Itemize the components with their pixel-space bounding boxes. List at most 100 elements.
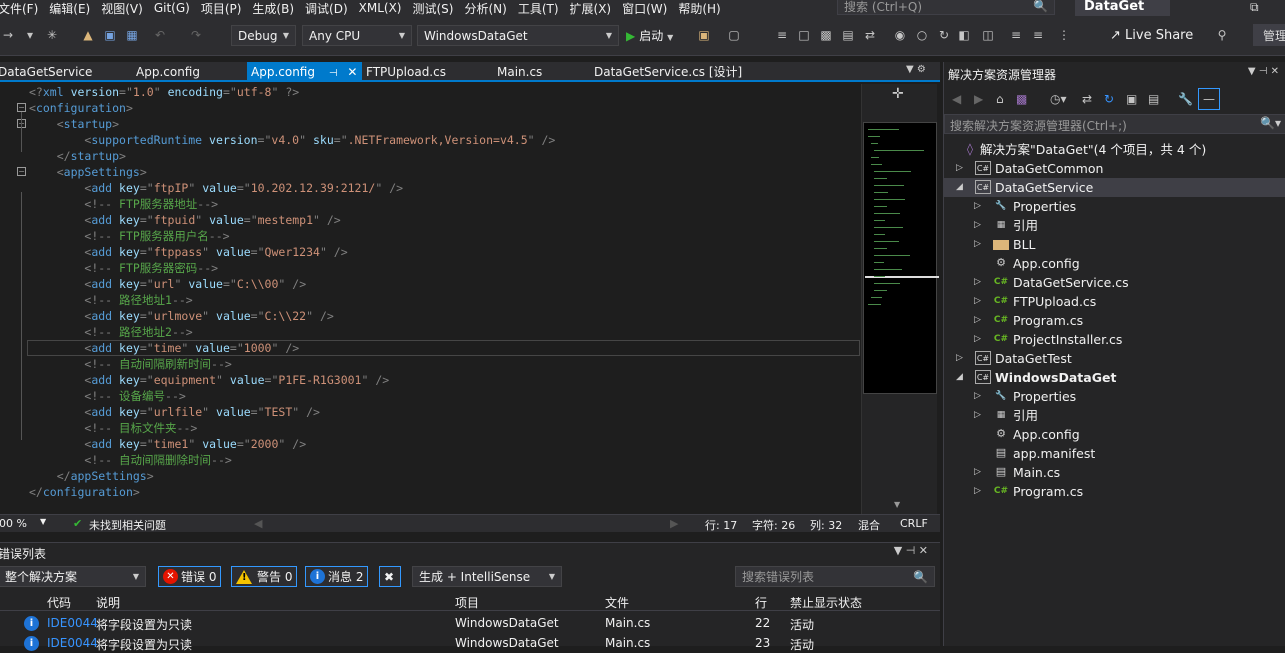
home-icon[interactable]: ⌂ <box>996 92 1004 106</box>
fold-toggle-icon[interactable]: − <box>17 103 26 112</box>
tree-item[interactable]: ▷ C# ProjectInstaller.cs <box>944 330 1285 349</box>
code-line[interactable]: <!-- 自动间隔删除时间--> <box>29 452 555 468</box>
collapsed-arrow-icon[interactable]: ▷ <box>974 311 984 330</box>
code-line[interactable]: <add key="ftpIP" value="10.202.12.39:212… <box>29 180 555 196</box>
tree-item[interactable]: ▷ C# DataGetCommon <box>944 159 1285 178</box>
code-line[interactable]: </configuration> <box>29 484 555 500</box>
breakpoint-icon[interactable]: ○ <box>914 28 930 42</box>
show-all-files-icon[interactable]: ▤ <box>1148 92 1159 106</box>
undo-icon[interactable]: ↶ <box>152 28 168 42</box>
restore-window-icon[interactable]: ⧉ <box>1250 0 1259 15</box>
forward-icon[interactable]: ▶ <box>974 92 983 106</box>
properties-icon[interactable]: 🔧 <box>1178 92 1193 106</box>
code-line[interactable]: <!-- FTP服务器地址--> <box>29 196 555 212</box>
tree-item[interactable]: ◢ C# DataGetService <box>944 178 1285 197</box>
back-icon[interactable]: ◀ <box>952 92 961 106</box>
step-icon[interactable]: ↻ <box>936 28 952 42</box>
menu-item[interactable]: 分析(N) <box>464 0 517 17</box>
tab-dataget-service[interactable]: DataGetService <box>0 62 92 82</box>
screen-icon[interactable]: ▢ <box>726 28 742 42</box>
code-line[interactable]: <add key="equipment" value="P1FE-R1G3001… <box>29 372 555 388</box>
collapse-all-icon[interactable]: ▣ <box>1126 92 1137 106</box>
startup-project-select[interactable]: WindowsDataGet ▼ <box>417 25 619 46</box>
col-description[interactable]: 说明 <box>96 594 120 611</box>
tree-item[interactable]: ▷ 🔧 Properties <box>944 197 1285 216</box>
tab-mode-indicator[interactable]: 混合 <box>858 517 880 533</box>
scroll-left-icon[interactable]: ◀ <box>254 517 262 530</box>
minimap-preview[interactable] <box>863 122 939 394</box>
quick-search-box[interactable]: 搜索 (Ctrl+Q) 🔍 <box>837 0 1055 15</box>
browser-link-icon[interactable]: ▣ <box>696 28 712 42</box>
solution-search-input[interactable]: 搜索解决方案资源管理器(Ctrl+;) 🔍▾ <box>944 114 1285 134</box>
chevron-down-icon[interactable]: ▼ <box>40 517 46 526</box>
scroll-down-icon[interactable]: ▼ <box>894 500 900 509</box>
zoom-level[interactable]: 100 % <box>0 517 27 530</box>
preview-icon[interactable]: — <box>1198 88 1220 110</box>
tree-item[interactable]: ▷ C# DataGetTest <box>944 349 1285 368</box>
toolbar-overflow-icon[interactable]: ⋮ <box>1056 28 1072 42</box>
tree-item[interactable]: ▷ C# FTPUpload.cs <box>944 292 1285 311</box>
document-icon[interactable]: □ <box>796 28 812 42</box>
refresh-icon[interactable]: ↻ <box>1104 92 1114 106</box>
menu-item[interactable]: 生成(B) <box>252 0 305 17</box>
col-suppression[interactable]: 禁止显示状态 <box>790 594 862 611</box>
panel-controls-icon[interactable]: ▼ ⊣ ✕ <box>894 544 928 557</box>
pin-icon[interactable]: ⊣ <box>329 68 338 79</box>
save-all-icon[interactable]: ▦ <box>124 28 140 42</box>
bookmark-icon[interactable]: ▩ <box>818 28 834 42</box>
fold-toggle-icon[interactable]: − <box>17 167 26 176</box>
filter-icon[interactable]: ✖ <box>379 566 401 587</box>
collapsed-arrow-icon[interactable]: ▷ <box>974 216 984 235</box>
collapsed-arrow-icon[interactable]: ▷ <box>974 235 984 254</box>
tree-item[interactable]: ▷ ▤ Main.cs <box>944 463 1285 482</box>
error-search-input[interactable]: 搜索错误列表 🔍 <box>735 566 935 587</box>
tree-item[interactable]: ▷ C# Program.cs <box>944 482 1285 501</box>
menu-item[interactable]: XML(X) <box>359 1 413 15</box>
debug-icon[interactable]: ◉ <box>892 28 908 42</box>
tab-app-config-active[interactable]: App.config ⊣ ✕ <box>247 62 362 82</box>
outdent-icon[interactable]: ≡ <box>1030 28 1046 42</box>
start-button[interactable]: ▶ 启动 ▼ <box>626 27 673 44</box>
col-file[interactable]: 文件 <box>605 594 629 611</box>
menu-item[interactable]: 测试(S) <box>412 0 464 17</box>
collapsed-arrow-icon[interactable]: ▷ <box>974 197 984 216</box>
menu-item[interactable]: 扩展(X) <box>570 0 623 17</box>
code-editor[interactable]: −−− <?xml version="1.0" encoding="utf-8"… <box>0 84 861 514</box>
tree-item[interactable]: ▷ BLL <box>944 235 1285 254</box>
code-line[interactable]: </startup> <box>29 148 555 164</box>
code-line[interactable]: <appSettings> <box>29 164 555 180</box>
error-code-link[interactable]: IDE0044 <box>47 636 98 650</box>
tree-item[interactable]: ▷ C# DataGetService.cs <box>944 273 1285 292</box>
code-line[interactable]: <!-- FTP服务器密码--> <box>29 260 555 276</box>
collapsed-arrow-icon[interactable]: ▷ <box>974 406 984 425</box>
errors-filter-button[interactable]: ✕ 错误 0 <box>158 566 222 587</box>
menu-item[interactable]: 帮助(H) <box>678 0 731 17</box>
expanded-arrow-icon[interactable]: ◢ <box>956 368 966 387</box>
menu-item[interactable]: 工具(T) <box>518 0 570 17</box>
scroll-right-icon[interactable]: ▶ <box>670 517 678 530</box>
menu-item[interactable]: 窗口(W) <box>622 0 678 17</box>
indent-icon[interactable]: ≡ <box>1008 28 1024 42</box>
collapsed-arrow-icon[interactable]: ▷ <box>974 387 984 406</box>
error-code-link[interactable]: IDE0044 <box>47 616 98 630</box>
messages-filter-button[interactable]: i 消息 2 <box>305 566 369 587</box>
code-line[interactable]: <!-- FTP服务器用户名--> <box>29 228 555 244</box>
redo-icon[interactable]: ↷ <box>188 28 204 42</box>
issues-status[interactable]: 未找到相关问题 <box>89 517 166 533</box>
toolbar-icon-a[interactable]: ≡ <box>774 28 790 42</box>
table-row[interactable]: i IDE0044 将字段设置为只读 WindowsDataGet Main.c… <box>0 613 940 633</box>
menu-item[interactable]: 视图(V) <box>101 0 154 17</box>
col-project[interactable]: 项目 <box>455 594 479 611</box>
collapsed-arrow-icon[interactable]: ▷ <box>974 273 984 292</box>
save-icon[interactable]: ▣ <box>102 28 118 42</box>
collapsed-arrow-icon[interactable]: ▷ <box>974 482 984 501</box>
tab-main[interactable]: Main.cs <box>497 62 542 82</box>
code-line[interactable]: <!-- 路径地址2--> <box>29 324 555 340</box>
col-code[interactable]: 代码 <box>47 594 71 611</box>
open-folder-icon[interactable]: ▲ <box>80 28 96 42</box>
collapsed-arrow-icon[interactable]: ▷ <box>974 292 984 311</box>
toggle-icon[interactable]: ▤ <box>840 28 856 42</box>
table-row[interactable]: i IDE0044 将字段设置为只读 WindowsDataGet Main.c… <box>0 633 940 653</box>
warnings-filter-button[interactable]: ! 警告 0 <box>231 566 298 587</box>
code-line[interactable]: </appSettings> <box>29 468 555 484</box>
